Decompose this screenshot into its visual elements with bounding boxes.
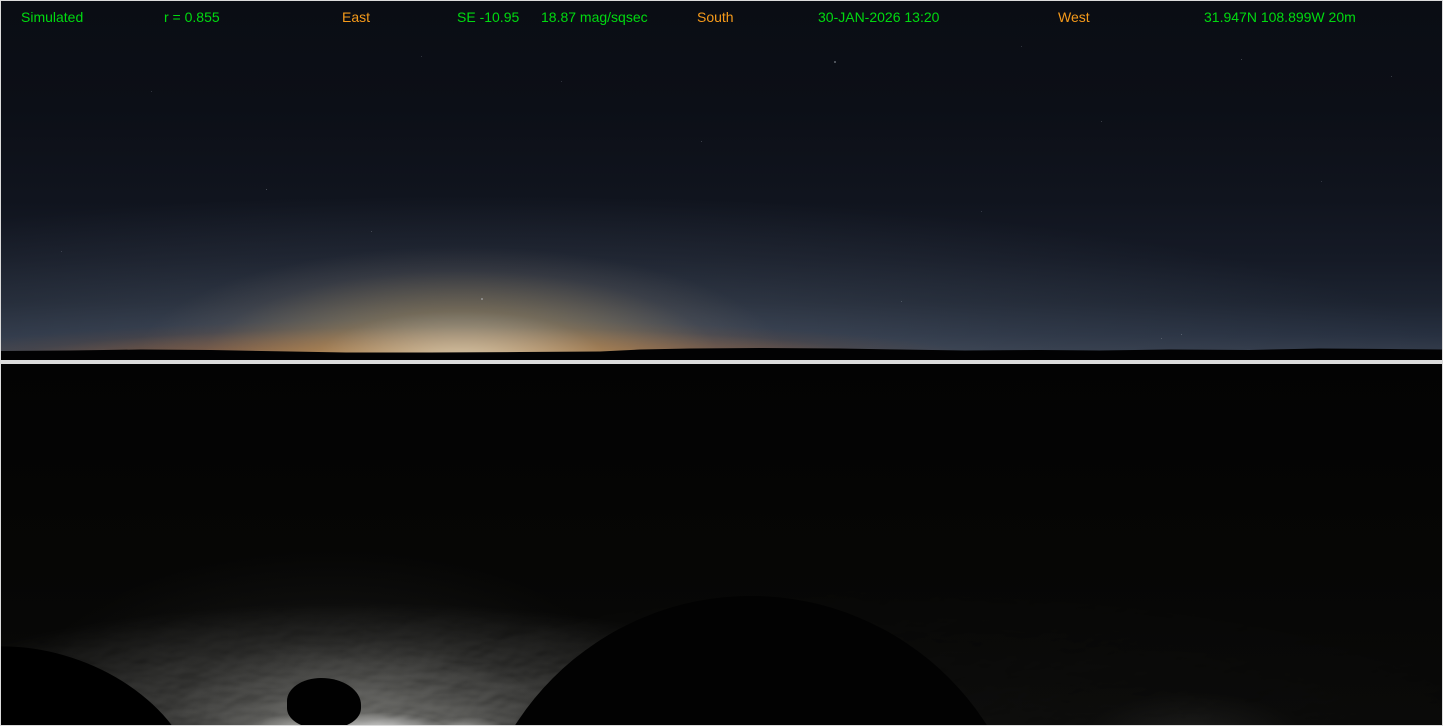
- star: [1021, 46, 1022, 47]
- star: [1181, 334, 1182, 335]
- r-value-label: r = 0.855: [164, 9, 220, 25]
- star: [901, 301, 902, 302]
- star: [1391, 76, 1392, 77]
- sun-elevation-reading: SE -10.95: [457, 9, 519, 25]
- west-direction-label: West: [1058, 9, 1090, 25]
- sky-panorama-panel[interactable]: Simulated r = 0.855 East SE -10.95 18.87…: [0, 0, 1443, 361]
- star: [421, 56, 422, 57]
- ground-panorama-panel[interactable]: [0, 364, 1443, 726]
- datetime-label: 30-JAN-2026 13:20: [818, 9, 939, 25]
- mode-label: Simulated: [21, 9, 83, 25]
- star: [1321, 181, 1322, 182]
- location-label: 31.947N 108.899W 20m: [1204, 9, 1356, 25]
- star: [834, 61, 836, 63]
- east-direction-label: East: [342, 9, 370, 25]
- south-direction-label: South: [697, 9, 734, 25]
- horizon-silhouette: [1, 338, 1442, 360]
- star: [981, 211, 982, 212]
- status-bar: Simulated r = 0.855 East SE -10.95 18.87…: [1, 1, 1442, 31]
- star: [61, 251, 62, 252]
- sky-brightness-reading: 18.87 mag/sqsec: [541, 9, 648, 25]
- star: [151, 91, 152, 92]
- star: [561, 81, 562, 82]
- sky-simulator-window: Simulated r = 0.855 East SE -10.95 18.87…: [0, 0, 1443, 726]
- star: [701, 141, 702, 142]
- star: [1241, 59, 1242, 60]
- star: [1101, 121, 1102, 122]
- star: [266, 189, 267, 190]
- star: [371, 231, 372, 232]
- star: [481, 298, 483, 300]
